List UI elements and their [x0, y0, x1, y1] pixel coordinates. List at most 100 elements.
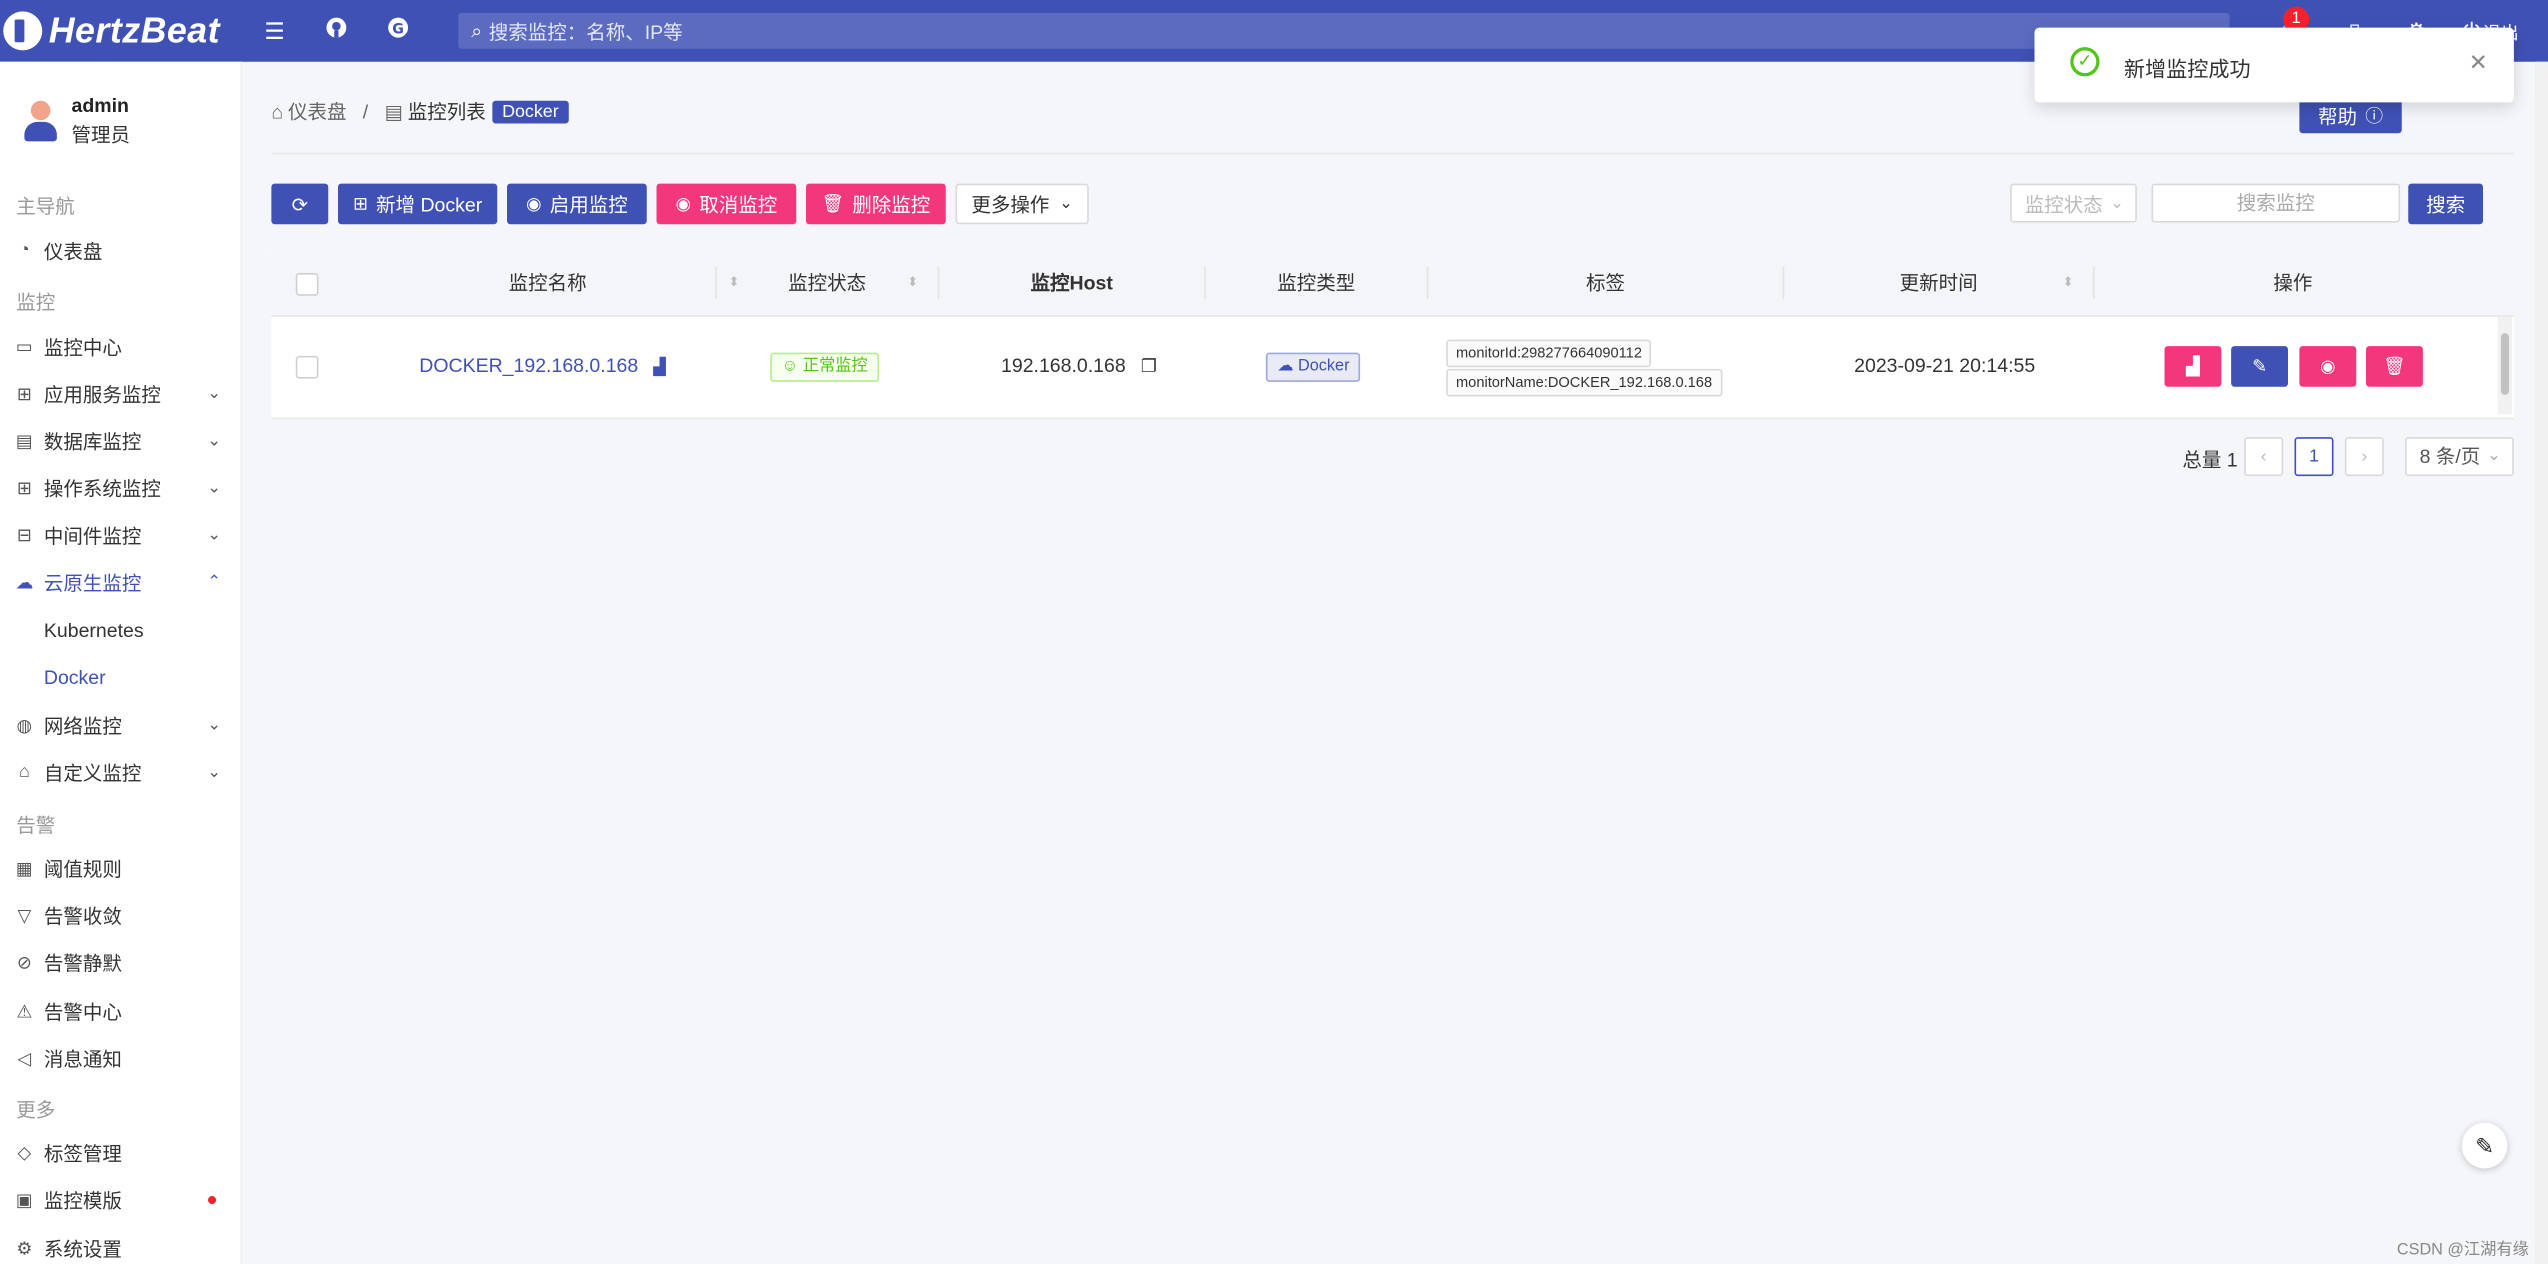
sidebar-item-custom[interactable]: ⌂ 自定义监控 ⌄ [0, 749, 241, 795]
new-dot-badge [208, 1195, 217, 1204]
logo-mark-icon [3, 11, 43, 51]
chevron-down-icon: ⌄ [207, 762, 221, 781]
sidebar-item-label: 消息通知 [43, 1047, 122, 1071]
mute-icon: ⊘ [16, 953, 32, 973]
sidebar-item-notify[interactable]: ◁ 消息通知 [0, 1035, 241, 1081]
user-profile[interactable]: admin 管理员 [23, 94, 130, 148]
scrollbar-thumb[interactable] [2500, 333, 2509, 395]
page-scrollbar[interactable] [2535, 61, 2548, 1264]
column-header-updated[interactable]: 更新时间 ⬍ [1784, 250, 2093, 315]
search-icon: ⌕ [471, 18, 483, 42]
menu-fold-icon[interactable]: ☰ [260, 16, 289, 45]
search-button-label: 搜索 [2426, 193, 2466, 217]
sidebar-item-dashboard[interactable]: ◔ 仪表盘 [0, 228, 241, 274]
sidebar-item-label: 监控中心 [43, 335, 122, 359]
table-scrollbar[interactable] [2497, 316, 2513, 415]
sidebar-item-monitor-center[interactable]: ▭ 监控中心 [0, 323, 241, 369]
enable-monitor-button[interactable]: ◉ 启用监控 [507, 183, 647, 225]
sidebar-item-label: 网络监控 [43, 714, 122, 737]
select-all-checkbox[interactable] [295, 273, 319, 296]
sidebar: admin 管理员 主导航 ◔ 仪表盘 监控 ▭ 监控中心 ⊞ 应用服务监控 ⌄… [0, 61, 243, 1264]
database-icon: ▤ [15, 431, 33, 451]
sidebar-item-database[interactable]: ▤ 数据库监控 ⌄ [0, 418, 241, 464]
page-size-select[interactable]: 8 条/页 ⌄ [2405, 437, 2514, 477]
view-detail-button[interactable]: ▟ [2164, 346, 2222, 387]
down-circle-icon: ◉ [2319, 357, 2336, 378]
column-header-status[interactable]: 监控状态 ⬍ [717, 250, 938, 315]
sidebar-item-label: 监控模版 [43, 1188, 122, 1212]
sidebar-item-app-service[interactable]: ⊞ 应用服务监控 ⌄ [0, 371, 241, 417]
area-chart-icon[interactable]: ▟ [653, 359, 666, 377]
sidebar-item-network[interactable]: ◍ 网络监控 ⌄ [0, 702, 241, 748]
sidebar-item-template[interactable]: ▣ 监控模版 [0, 1177, 241, 1223]
column-header-tags: 标签 [1428, 250, 1782, 315]
table-row: DOCKER_192.168.0.168 ▟ ☺ 正常监控 192.168.0.… [271, 317, 2514, 420]
monitor-name-link[interactable]: DOCKER_192.168.0.168 ▟ [419, 354, 666, 377]
svg-text:G: G [392, 21, 404, 37]
app-viewport: HertzBeat ☰ G ⌕ 搜索监控：名称、IP等 🔔︎ 1 ▯ ⚙ ⏻ 退… [0, 0, 2548, 1264]
chevron-down-icon: ⌄ [207, 431, 221, 450]
chevron-down-icon: ⌄ [207, 478, 221, 497]
sync-icon: ⟳ [291, 192, 308, 216]
gitee-icon[interactable]: G [384, 16, 413, 45]
magic-wand-icon[interactable]: ✎ [2461, 1122, 2508, 1169]
sidebar-item-label: 云原生监控 [43, 571, 142, 594]
sidebar-item-label: 中间件监控 [43, 524, 142, 547]
search-monitor-input[interactable]: 搜索监控 [2151, 183, 2401, 223]
page-number-button[interactable]: 1 [2294, 437, 2334, 477]
add-docker-label: 新增 Docker [376, 193, 483, 217]
copy-icon[interactable]: ❐ [1141, 358, 1157, 378]
watermark: CSDN @江湖有缘 [2396, 1241, 2529, 1260]
app-logo[interactable]: HertzBeat [3, 10, 220, 52]
column-header-actions: 操作 [2095, 250, 2492, 315]
search-button[interactable]: 搜索 [2408, 183, 2483, 225]
up-circle-icon: ◉ [525, 195, 542, 215]
monitor-status-select[interactable]: 监控状态 ⌄ [2010, 183, 2137, 223]
sidebar-item-silence[interactable]: ⊘ 告警静默 [0, 939, 241, 985]
sidebar-item-label: 告警收敛 [43, 904, 122, 928]
sidebar-item-converge[interactable]: ▽ 告警收敛 [0, 892, 241, 938]
home-icon: ⌂ [271, 99, 284, 123]
add-docker-button[interactable]: ⊞ 新增 Docker [338, 183, 498, 225]
row-checkbox[interactable] [295, 355, 319, 379]
github-icon[interactable] [322, 16, 351, 45]
sort-icon[interactable]: ⬍ [2063, 250, 2074, 315]
sidebar-item-settings[interactable]: ⚙ 系统设置 [0, 1225, 241, 1264]
refresh-button[interactable]: ⟳ [271, 183, 329, 225]
sort-icon[interactable]: ⬍ [907, 250, 918, 315]
column-header-name[interactable]: 监控名称 ⬍ [336, 250, 759, 315]
edit-button[interactable]: ✎ [2231, 346, 2288, 387]
filter-icon: ▽ [17, 905, 32, 926]
sidebar-item-kubernetes[interactable]: Kubernetes [0, 608, 284, 654]
sidebar-item-docker[interactable]: Docker [0, 655, 284, 701]
help-button[interactable]: 帮助 ⓘ [2299, 97, 2402, 134]
sidebar-item-os[interactable]: ⊞ 操作系统监控 ⌄ [0, 465, 241, 511]
nav-group-more: 更多 [16, 1098, 56, 1122]
delete-monitor-label: 删除监控 [852, 193, 931, 217]
breadcrumb-home[interactable]: 仪表盘 [288, 98, 347, 126]
close-icon[interactable]: ✕ [2469, 49, 2488, 77]
code-icon: ⌂ [18, 762, 30, 782]
delete-monitor-button[interactable]: 🗑︎ 删除监控 [806, 183, 946, 225]
breadcrumb-type-tag: Docker [492, 99, 569, 123]
breadcrumb-list[interactable]: 监控列表 [408, 98, 486, 126]
nav-group-monitor: 监控 [16, 290, 56, 314]
more-actions-dropdown[interactable]: 更多操作 ⌄ [955, 183, 1089, 225]
delete-row-button[interactable]: 🗑︎ [2366, 346, 2423, 387]
prev-page-button[interactable]: ‹ [2244, 437, 2284, 477]
windows-icon: ⊞ [16, 478, 32, 499]
sidebar-item-tags[interactable]: ◇ 标签管理 [0, 1129, 241, 1175]
sidebar-item-cloud-native[interactable]: ☁ 云原生监控 ⌃ [0, 559, 241, 605]
column-header-label: 监控状态 [788, 271, 867, 295]
sidebar-item-label: 告警静默 [43, 951, 122, 975]
cancel-monitor-row-button[interactable]: ◉ [2299, 346, 2357, 387]
cancel-monitor-button[interactable]: ◉ 取消监控 [656, 183, 797, 225]
sidebar-item-label: 告警中心 [43, 1000, 122, 1023]
next-page-button[interactable]: › [2344, 437, 2384, 477]
global-search-input[interactable]: ⌕ 搜索监控：名称、IP等 [458, 13, 2230, 49]
sidebar-item-middleware[interactable]: ⊟ 中间件监控 ⌄ [0, 512, 241, 558]
sidebar-item-alert-center[interactable]: ⚠ 告警中心 [0, 988, 241, 1034]
success-toast: ✓ 新增监控成功 ✕ [2034, 27, 2514, 103]
column-header-label: 标签 [1585, 271, 1625, 295]
sidebar-item-threshold[interactable]: ▦ 阈值规则 [0, 845, 241, 891]
